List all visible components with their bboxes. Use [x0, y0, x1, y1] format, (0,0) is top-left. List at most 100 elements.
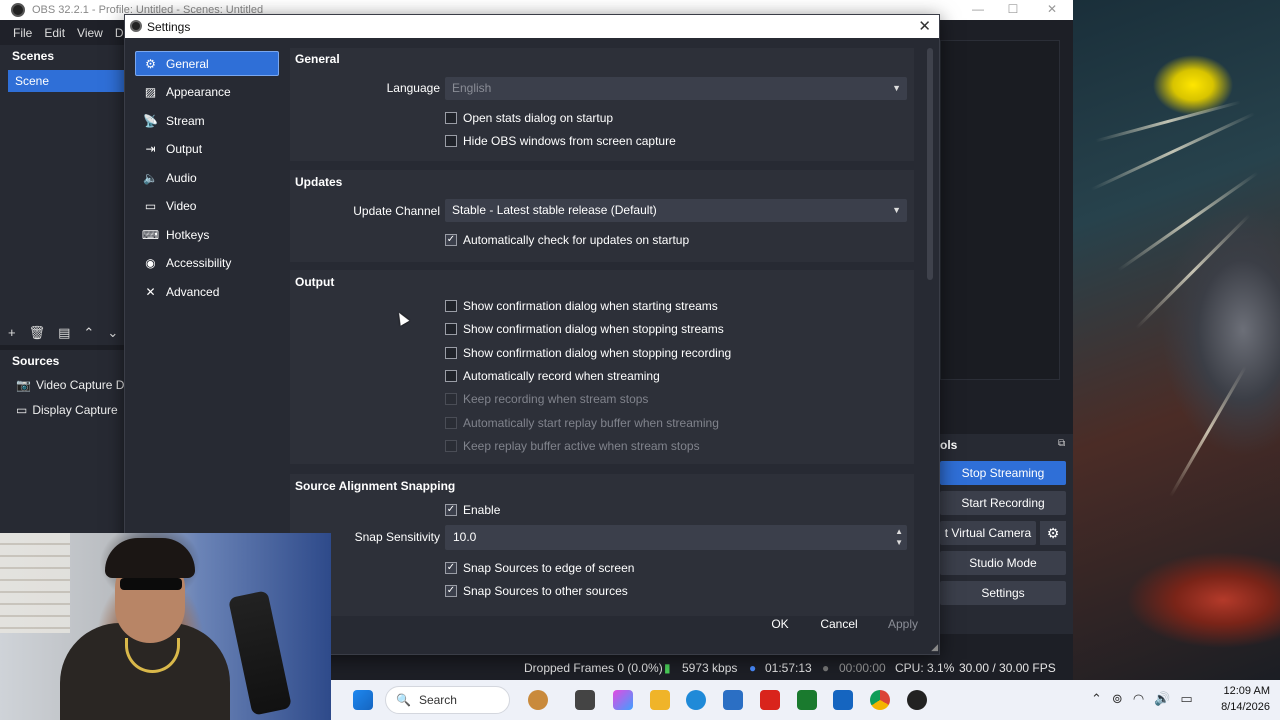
- cancel-button[interactable]: Cancel: [815, 613, 863, 635]
- nav-item-output[interactable]: ⇥ Output: [135, 136, 279, 161]
- stop-streaming-button[interactable]: Stop Streaming: [940, 461, 1066, 485]
- wifi-icon[interactable]: ◠: [1133, 691, 1144, 707]
- nav-item-video[interactable]: ▭ Video: [135, 193, 279, 218]
- wrench-icon: ✕: [145, 284, 156, 299]
- scrollbar-thumb[interactable]: [927, 48, 933, 280]
- nav-item-hotkeys[interactable]: ⌨ Hotkeys: [135, 222, 279, 247]
- obs-taskbar-icon[interactable]: [907, 690, 927, 710]
- language-select[interactable]: English ▼: [445, 77, 907, 100]
- settings-scrollbar[interactable]: [926, 48, 934, 616]
- checkbox-box: [445, 370, 457, 382]
- resize-grip-icon[interactable]: ◢: [931, 642, 938, 653]
- menu-file[interactable]: File: [7, 26, 38, 40]
- status-bar: Dropped Frames 0 (0.0%) ▮ 5973 kbps ● 01…: [331, 655, 1073, 680]
- dropped-frames: Dropped Frames 0 (0.0%): [524, 660, 663, 675]
- snapping-enable-checkbox[interactable]: ✓ Enable: [445, 503, 500, 517]
- auto-update-checkbox[interactable]: ✓ Automatically check for updates on sta…: [445, 233, 689, 247]
- cpu-usage: CPU: 3.1%: [895, 660, 955, 675]
- settings-button[interactable]: Settings: [940, 581, 1066, 605]
- nav-label: Hotkeys: [166, 227, 210, 242]
- nav-item-general[interactable]: ⚙ General: [135, 51, 279, 76]
- hide-obs-checkbox[interactable]: Hide OBS windows from screen capture: [445, 134, 676, 148]
- studio-mode-button[interactable]: Studio Mode: [940, 551, 1066, 575]
- copilot-icon[interactable]: [613, 690, 633, 710]
- add-icon[interactable]: +: [8, 325, 16, 341]
- apply-button[interactable]: Apply: [885, 613, 921, 635]
- nav-label: Appearance: [166, 84, 231, 99]
- confirm-stop-recording-checkbox[interactable]: Show confirmation dialog when stopping r…: [445, 346, 731, 360]
- settings-content: General Language English ▼ Open stats di…: [290, 48, 928, 616]
- edge-icon[interactable]: [686, 690, 706, 710]
- confirm-start-stream-checkbox[interactable]: Show confirmation dialog when starting s…: [445, 299, 718, 313]
- checkbox-label: Keep replay buffer active when stream st…: [463, 439, 700, 453]
- file-explorer-icon[interactable]: [650, 690, 670, 710]
- source-item-display-capture[interactable]: ▭ Display Capture: [16, 403, 118, 417]
- keep-replay-buffer-checkbox: Keep replay buffer active when stream st…: [445, 439, 700, 453]
- nav-item-audio[interactable]: 🔈 Audio: [135, 165, 279, 190]
- windows-start-icon[interactable]: [353, 690, 373, 710]
- taskbar-search[interactable]: 🔍 Search: [385, 686, 510, 714]
- group-title-updates: Updates: [295, 175, 343, 189]
- auto-replay-buffer-checkbox: Automatically start replay buffer when s…: [445, 416, 719, 430]
- menu-view[interactable]: View: [71, 26, 109, 40]
- snap-edge-checkbox[interactable]: ✓ Snap Sources to edge of screen: [445, 561, 634, 575]
- webcam-overlay: [0, 533, 331, 720]
- close-icon[interactable]: ✕: [1040, 2, 1064, 18]
- snap-sensitivity-value: 10.0: [453, 530, 477, 544]
- maximize-icon[interactable]: ☐: [1001, 2, 1025, 18]
- obs-logo-icon: [11, 3, 25, 17]
- preview-area: [940, 40, 1060, 380]
- menu-edit[interactable]: Edit: [38, 26, 71, 40]
- checkbox-box: [445, 112, 457, 124]
- snap-sensitivity-spinbox[interactable]: 10.0 ▲ ▼: [445, 525, 907, 550]
- stream-time: 01:57:13: [765, 660, 812, 675]
- language-value: English: [452, 81, 492, 95]
- filter-icon[interactable]: ▤: [58, 325, 70, 341]
- nav-item-accessibility[interactable]: ◉ Accessibility: [135, 250, 279, 275]
- start-recording-button[interactable]: Start Recording: [940, 491, 1066, 515]
- app-l-icon[interactable]: [760, 690, 780, 710]
- nav-item-appearance[interactable]: ▨ Appearance: [135, 79, 279, 104]
- task-view-icon[interactable]: [575, 690, 595, 710]
- minimize-icon[interactable]: —: [966, 2, 990, 18]
- close-icon[interactable]: ✕: [918, 17, 931, 35]
- snapping-group: Source Alignment Snapping ✓ Enable Snap …: [290, 474, 914, 616]
- auto-record-checkbox[interactable]: Automatically record when streaming: [445, 369, 660, 383]
- virtual-camera-settings-gear-icon[interactable]: ⚙: [1040, 521, 1066, 545]
- scene-list-item[interactable]: Scene: [8, 70, 124, 92]
- undock-icon[interactable]: ⧉: [1058, 438, 1065, 449]
- chevron-up-icon[interactable]: ▲: [895, 526, 903, 537]
- update-channel-select[interactable]: Stable - Latest stable release (Default)…: [445, 199, 907, 222]
- outlook-icon[interactable]: [833, 690, 853, 710]
- snap-other-sources-checkbox[interactable]: ✓ Snap Sources to other sources: [445, 584, 628, 598]
- checkbox-label: Automatically record when streaming: [463, 369, 660, 383]
- move-down-icon[interactable]: ⌄: [107, 325, 118, 341]
- chevron-down-icon[interactable]: ▼: [895, 537, 903, 548]
- network-icon[interactable]: ⊚: [1112, 691, 1123, 707]
- trash-icon[interactable]: 🗑: [29, 325, 46, 341]
- virtual-camera-button[interactable]: t Virtual Camera: [940, 521, 1036, 545]
- move-up-icon[interactable]: ⌃: [83, 325, 94, 341]
- clock-time: 12:09 AM: [1223, 685, 1270, 697]
- brush-icon: ▨: [144, 84, 157, 99]
- scenes-dock: Scenes Scene + 🗑 ▤ ⌃ ⌄: [0, 45, 124, 345]
- battery-icon[interactable]: ▭: [1180, 691, 1192, 707]
- confirm-stop-stream-checkbox[interactable]: Show confirmation dialog when stopping s…: [445, 322, 724, 336]
- volume-icon[interactable]: 🔊: [1154, 691, 1170, 707]
- open-stats-checkbox[interactable]: Open stats dialog on startup: [445, 111, 613, 125]
- record-indicator-icon: ●: [822, 660, 830, 675]
- nav-item-stream[interactable]: 📡 Stream: [135, 108, 279, 133]
- nav-item-advanced[interactable]: ✕ Advanced: [135, 279, 279, 304]
- ok-button[interactable]: OK: [760, 613, 800, 635]
- chrome-icon[interactable]: [870, 690, 890, 710]
- clock[interactable]: 12:09 AM 8/14/2026: [1221, 683, 1270, 715]
- checkbox-label: Show confirmation dialog when stopping r…: [463, 346, 732, 360]
- source-item-video-capture[interactable]: 📷 Video Capture De: [16, 378, 131, 392]
- xbox-icon[interactable]: [797, 690, 817, 710]
- chevron-up-icon[interactable]: ⌃: [1091, 691, 1102, 707]
- store-icon[interactable]: [723, 690, 743, 710]
- checkbox-box: [445, 440, 457, 452]
- widget-icon[interactable]: [528, 690, 548, 710]
- checkbox-box: [445, 135, 457, 147]
- record-time: 00:00:00: [839, 660, 886, 675]
